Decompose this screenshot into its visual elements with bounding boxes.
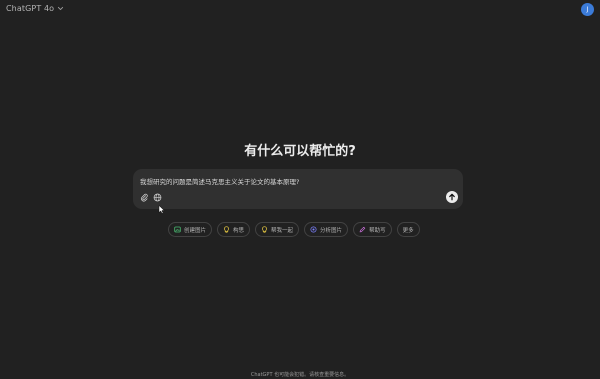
image-icon	[174, 226, 181, 233]
chip-label: 构思	[233, 227, 245, 234]
chip-create-image[interactable]: 创建图片	[168, 222, 213, 237]
chip-label: 更多	[402, 227, 414, 234]
app-window: ChatGPT 4o J 有什么可以帮忙的? 我想研究的问题是简述马克思主义关于…	[0, 0, 600, 379]
disclaimer: ChatGPT 也可能会犯错。请核查重要信息。	[250, 372, 350, 378]
suggestion-chips: 创建图片 构思 帮我一起 分析图片 帮助写 更多	[168, 222, 420, 237]
mouse-pointer-icon	[158, 199, 165, 214]
eye-icon	[310, 226, 317, 233]
arrow-up-icon	[448, 193, 456, 201]
chip-label: 帮我一起	[271, 227, 294, 234]
model-name: ChatGPT 4o	[6, 4, 55, 13]
chip-analyze-image[interactable]: 分析图片	[304, 222, 349, 237]
chip-more[interactable]: 更多	[396, 222, 420, 237]
lightbulb-icon	[223, 226, 230, 233]
chip-help-write[interactable]: 帮助写	[353, 222, 392, 237]
pen-icon	[359, 226, 366, 233]
attach-button[interactable]	[139, 192, 150, 203]
top-bar: ChatGPT 4o J	[0, 0, 600, 20]
composer: 我想研究的问题是简述马克思主义关于论文的基本原理?	[133, 169, 463, 214]
model-selector[interactable]: ChatGPT 4o	[4, 3, 66, 14]
paperclip-icon	[140, 193, 149, 202]
page-title: 有什么可以帮忙的?	[244, 144, 356, 159]
chevron-down-icon	[57, 5, 64, 12]
chip-label: 分析图片	[320, 227, 343, 234]
chip-label: 创建图片	[184, 227, 207, 234]
prompt-input[interactable]: 我想研究的问题是简述马克思主义关于论文的基本原理?	[140, 176, 299, 186]
send-button[interactable]	[446, 191, 458, 203]
chip-label: 帮助写	[369, 227, 386, 234]
chip-help-me[interactable]: 帮我一起	[255, 222, 300, 237]
bulb-icon	[261, 226, 268, 233]
chip-brainstorm[interactable]: 构思	[217, 222, 251, 237]
user-avatar[interactable]: J	[581, 3, 594, 16]
